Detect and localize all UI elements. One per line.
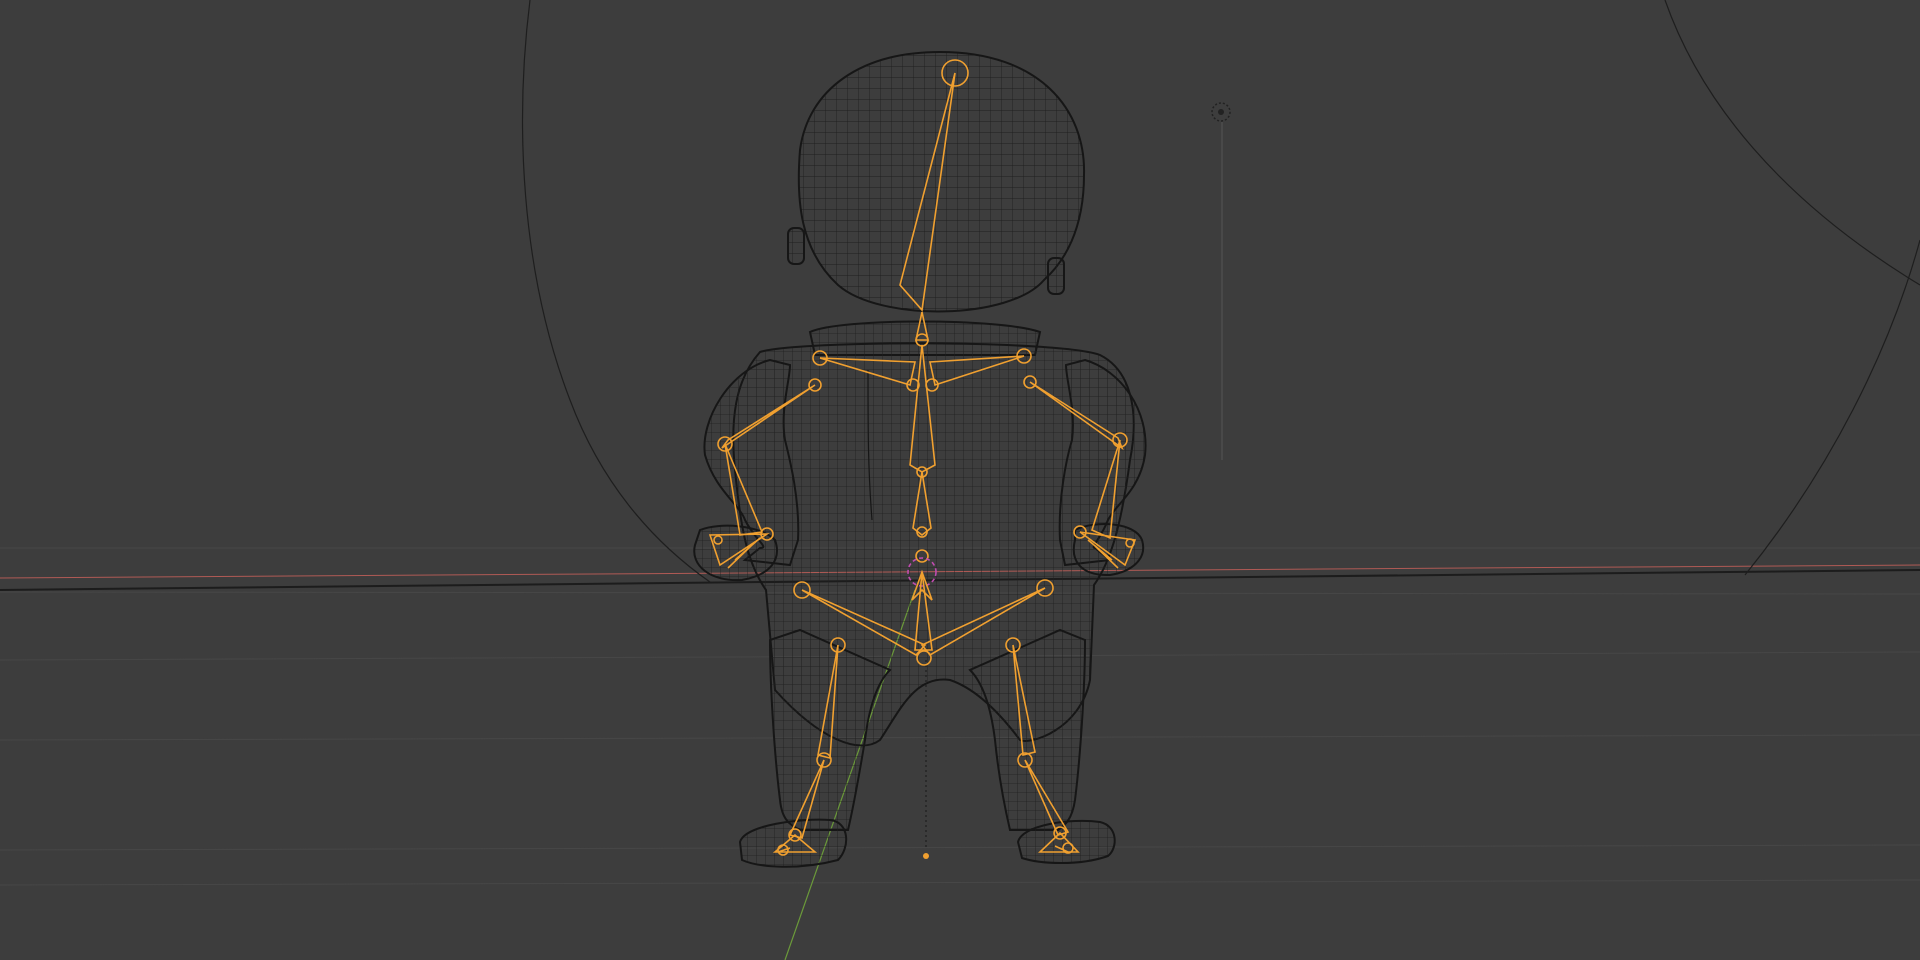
right-ear-mesh[interactable] [1047, 257, 1065, 295]
viewport-canvas[interactable] [0, 0, 1920, 960]
left-ear-mesh[interactable] [787, 227, 805, 265]
origin-dot-icon[interactable] [923, 853, 929, 859]
right-hand-mesh[interactable] [1072, 523, 1145, 577]
character-mesh[interactable] [693, 50, 1147, 868]
head-mesh[interactable] [797, 50, 1086, 313]
3d-viewport[interactable] [0, 0, 1920, 960]
light-icon[interactable] [1211, 102, 1231, 460]
